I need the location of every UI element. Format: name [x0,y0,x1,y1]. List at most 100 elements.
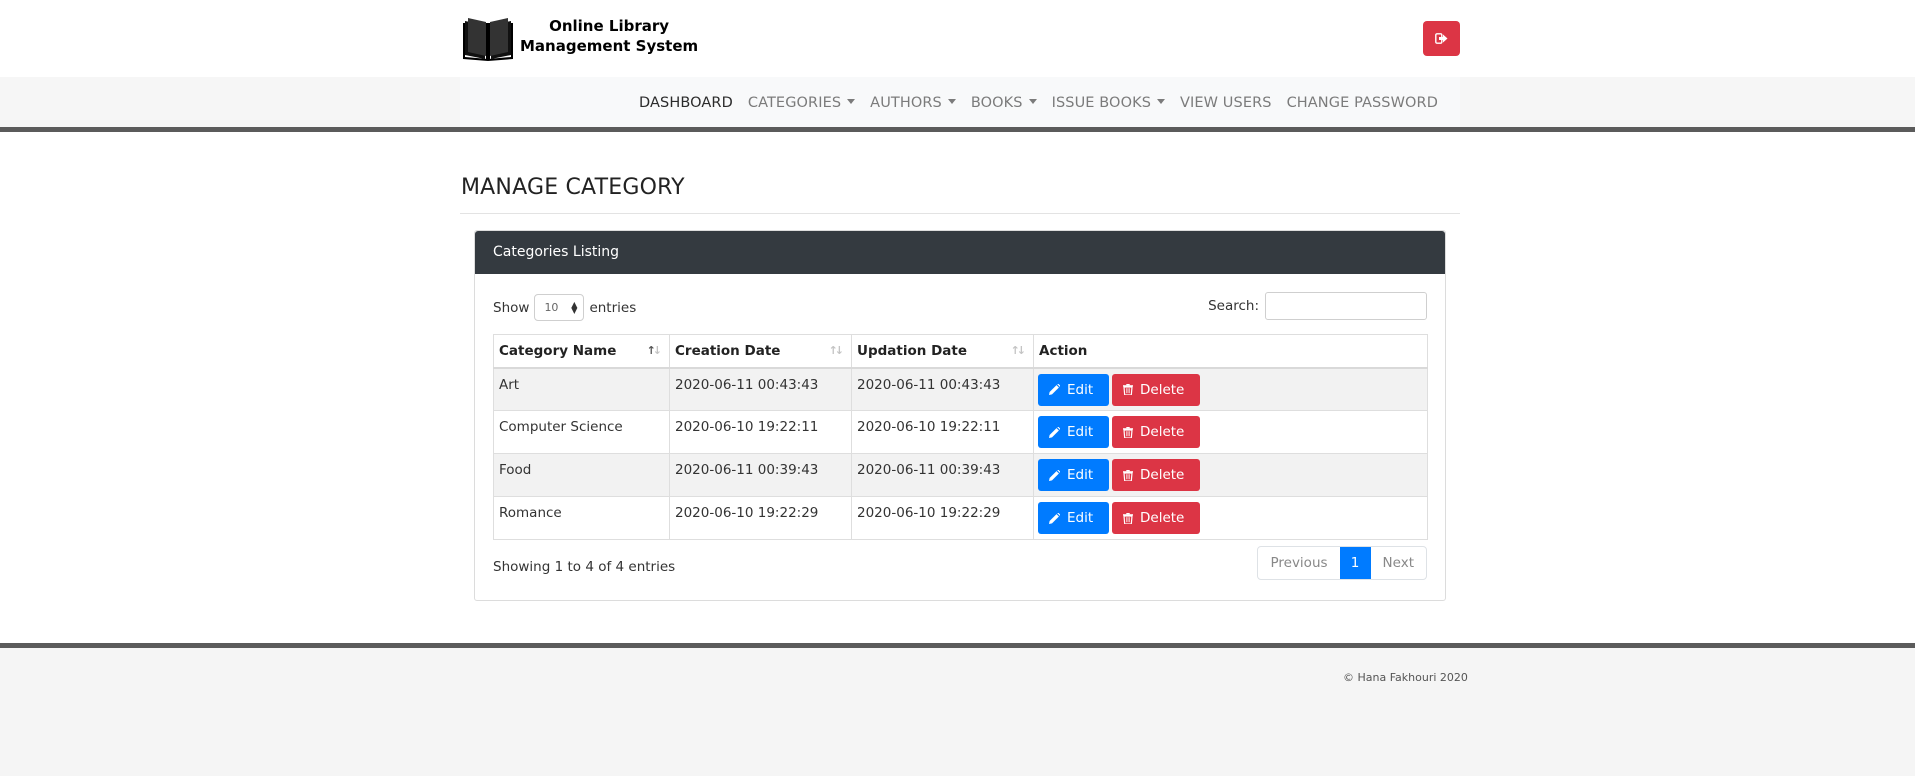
search-control: Search: [1208,292,1427,320]
cell-updation-date: 2020-06-11 00:39:43 [851,453,1034,497]
sort-asc-icon: ↑↓ [646,344,663,357]
sort-icon: ↑↓ [1010,344,1027,357]
pencil-icon [1049,384,1060,395]
brand-line-2: Management System [520,37,699,55]
entries-select[interactable]: 10 ▲ ▼ [534,294,585,321]
cell-creation-date: 2020-06-11 00:43:43 [669,367,852,411]
edit-button[interactable]: Edit [1038,502,1109,534]
table-row: Romance 2020-06-10 19:22:29 2020-06-10 1… [493,496,1428,540]
nav-label: VIEW USERS [1180,94,1272,111]
cell-creation-date: 2020-06-10 19:22:29 [669,496,852,540]
cell-updation-date: 2020-06-10 19:22:11 [851,410,1034,454]
navbar-inner: DASHBOARD CATEGORIES AUTHORS BOOKS ISSUE… [460,77,1460,128]
logout-button[interactable] [1423,21,1460,56]
cell-creation-date: 2020-06-11 00:39:43 [669,453,852,497]
caret-down-icon [847,98,856,104]
footer [0,648,1915,776]
delete-button[interactable]: Delete [1112,459,1200,491]
cell-category-name: Romance [493,496,670,540]
nav-label: DASHBOARD [639,94,733,111]
search-input[interactable] [1265,292,1427,320]
table-row: Food 2020-06-11 00:39:43 2020-06-11 00:3… [493,453,1428,497]
caret-down-icon [947,98,956,104]
trash-icon [1123,512,1133,524]
nav-item-issue-books[interactable]: ISSUE BOOKS [1052,95,1165,111]
sort-icon: ↑↓ [828,344,845,357]
header-label: Action [1039,342,1088,359]
edit-label: Edit [1067,467,1094,483]
logout-icon [1435,33,1448,44]
cell-actions: Edit Delete [1033,410,1428,454]
nav-item-categories[interactable]: CATEGORIES [748,95,856,111]
delete-label: Delete [1140,424,1185,440]
nav-item-books[interactable]: BOOKS [971,95,1037,111]
column-header-updation-date[interactable]: Updation Date ↑↓ [851,334,1034,369]
caret-down-icon [1028,98,1037,104]
next-page-button[interactable]: Next [1371,547,1426,579]
delete-label: Delete [1140,510,1185,526]
edit-button[interactable]: Edit [1038,373,1109,406]
trash-icon [1123,426,1133,438]
show-label: Show [493,299,530,316]
previous-page-button[interactable]: Previous [1258,547,1339,579]
panel-heading: Categories Listing [475,231,1445,274]
edit-label: Edit [1067,424,1094,440]
delete-button[interactable]: Delete [1112,416,1200,448]
nav-item-dashboard[interactable]: DASHBOARD [639,95,733,111]
entries-label: entries [589,299,637,316]
entries-select-value: 10 [544,301,559,314]
cell-actions: Edit Delete [1033,367,1428,411]
edit-label: Edit [1067,510,1094,526]
table-row: Computer Science 2020-06-10 19:22:11 202… [493,410,1428,454]
page-title: MANAGE CATEGORY [461,175,685,200]
edit-label: Edit [1067,381,1094,398]
cell-creation-date: 2020-06-10 19:22:11 [669,410,852,454]
cell-updation-date: 2020-06-10 19:22:29 [851,496,1034,540]
pagination: Previous 1 Next [1257,546,1427,580]
cell-category-name: Food [493,453,670,497]
cell-actions: Edit Delete [1033,496,1428,540]
pencil-icon [1049,512,1060,524]
column-header-creation-date[interactable]: Creation Date ↑↓ [669,334,852,369]
nav-divider [0,127,1915,132]
pencil-icon [1049,426,1060,438]
delete-label: Delete [1140,467,1185,483]
delete-button[interactable]: Delete [1112,502,1200,534]
cell-actions: Edit Delete [1033,453,1428,497]
copyright-text: © Hana Fakhouri 2020 [1343,671,1468,684]
table-header-row: Category Name ↑↓ Creation Date ↑↓ Updation… [493,334,1428,369]
table-info: Showing 1 to 4 of 4 entries [493,559,676,575]
select-arrows-icon: ▲ ▼ [571,299,578,315]
header-label: Updation Date [857,342,967,359]
search-label: Search: [1208,298,1259,314]
brand-line-1: Online Library [549,17,670,35]
nav-item-change-password[interactable]: CHANGE PASSWORD [1287,95,1438,111]
column-header-action: Action [1033,334,1428,369]
categories-table: Category Name ↑↓ Creation Date ↑↓ Updation… [493,334,1428,540]
nav-label: CHANGE PASSWORD [1286,94,1438,111]
pencil-icon [1049,469,1060,481]
top-header [0,0,1915,77]
cell-category-name: Art [493,367,670,411]
brand-title: Online Library Management System [520,16,698,56]
nav-label: BOOKS [970,94,1023,111]
column-header-category-name[interactable]: Category Name ↑↓ [493,334,670,369]
delete-button[interactable]: Delete [1112,373,1200,406]
header-label: Creation Date [675,342,781,359]
edit-button[interactable]: Edit [1038,459,1109,491]
nav-item-authors[interactable]: AUTHORS [870,95,956,111]
entries-length-control: Show 10 ▲ ▼ entries [493,294,636,321]
delete-label: Delete [1140,381,1185,398]
cell-category-name: Computer Science [493,410,670,454]
nav-menu: DASHBOARD CATEGORIES AUTHORS BOOKS ISSUE… [624,77,1438,128]
edit-button[interactable]: Edit [1038,416,1109,448]
trash-icon [1123,384,1133,395]
open-book-icon [463,18,513,61]
cell-updation-date: 2020-06-11 00:43:43 [851,367,1034,411]
trash-icon [1123,469,1133,481]
page-1-button[interactable]: 1 [1339,547,1371,579]
categories-panel: Categories Listing Show 10 ▲ ▼ entries Se… [474,230,1446,601]
nav-label: ISSUE BOOKS [1051,94,1151,111]
caret-down-icon [1157,98,1165,104]
nav-item-view-users[interactable]: VIEW USERS [1180,95,1272,111]
